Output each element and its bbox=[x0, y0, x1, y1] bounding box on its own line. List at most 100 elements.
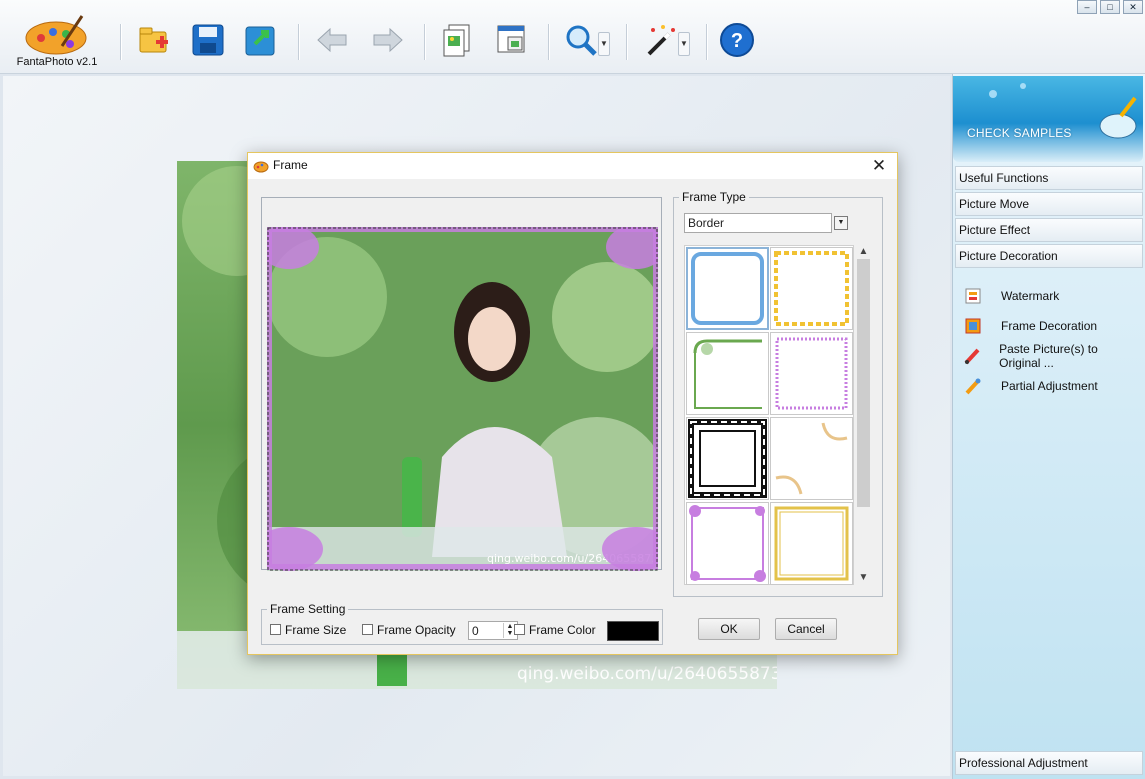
deco-paste-label: Paste Picture(s) to Original ... bbox=[999, 342, 1098, 370]
window-button[interactable] bbox=[492, 20, 532, 60]
scroll-up-arrow[interactable]: ▲ bbox=[855, 245, 872, 259]
export-button[interactable] bbox=[241, 20, 281, 60]
ok-button[interactable]: OK bbox=[698, 618, 760, 640]
thumbnail-scrollbar[interactable]: ▲ ▼ bbox=[855, 245, 872, 585]
deco-paste-pictures[interactable]: Paste Picture(s) to Original ... bbox=[963, 342, 1141, 370]
batch-copy-icon bbox=[443, 24, 470, 57]
undo-arrow-icon bbox=[317, 27, 347, 53]
deco-partial-adjustment[interactable]: Partial Adjustment bbox=[963, 375, 1141, 397]
frame-size-checkbox[interactable] bbox=[270, 624, 281, 635]
app-logo: FantaPhoto v2.1 bbox=[16, 10, 98, 70]
frame-preview: qing.weibo.com/u/2640655873 bbox=[261, 197, 662, 571]
zoom-button[interactable] bbox=[561, 20, 601, 60]
save-button[interactable] bbox=[188, 20, 228, 60]
frame-color-checkbox[interactable] bbox=[514, 624, 525, 635]
frame-type-value: Border bbox=[688, 216, 725, 230]
zoom-dropdown[interactable]: ▼ bbox=[598, 32, 610, 56]
category-picture-effect[interactable]: Picture Effect bbox=[955, 218, 1143, 242]
photo-watermark: qing.weibo.com/u/2640655873 bbox=[517, 664, 777, 684]
frame-opacity-value: 0 bbox=[472, 624, 479, 638]
frame-opacity-label: Frame Opacity bbox=[377, 623, 456, 637]
redo-arrow-icon bbox=[373, 27, 403, 53]
undo-button[interactable] bbox=[312, 20, 352, 60]
frame-type-select[interactable]: Border bbox=[684, 213, 832, 233]
magnifier-icon bbox=[566, 25, 597, 56]
deco-watermark[interactable]: Watermark bbox=[963, 285, 1141, 307]
watermark-icon bbox=[963, 286, 983, 306]
help-button[interactable]: ? bbox=[717, 20, 757, 60]
toolbar-separator bbox=[626, 24, 627, 60]
redo-button[interactable] bbox=[368, 20, 408, 60]
frame-opacity-checkbox[interactable] bbox=[362, 624, 373, 635]
check-samples-label: CHECK SAMPLES bbox=[967, 126, 1072, 140]
open-folder-icon bbox=[139, 27, 168, 53]
magic-button[interactable] bbox=[641, 20, 681, 60]
frame-thumb[interactable] bbox=[686, 502, 769, 585]
scroll-down-arrow[interactable]: ▼ bbox=[855, 571, 872, 585]
save-icon bbox=[192, 24, 224, 56]
scroll-thumb[interactable] bbox=[857, 259, 870, 507]
frame-thumb[interactable] bbox=[770, 247, 853, 330]
window-icon bbox=[497, 25, 525, 53]
frame-setting-label: Frame Setting bbox=[267, 602, 349, 616]
toolbar-separator bbox=[706, 24, 707, 60]
professional-adjustment[interactable]: Professional Adjustment bbox=[955, 751, 1143, 775]
help-icon: ? bbox=[720, 23, 754, 57]
frame-opacity-option[interactable]: Frame Opacity bbox=[362, 623, 456, 637]
export-icon bbox=[245, 26, 275, 56]
paste-brush-icon bbox=[963, 346, 981, 366]
category-picture-move[interactable]: Picture Move bbox=[955, 192, 1143, 216]
toolbar-separator bbox=[424, 24, 425, 60]
frame-thumb[interactable] bbox=[686, 417, 769, 500]
app-name: FantaPhoto v2.1 bbox=[16, 56, 98, 68]
deco-watermark-label: Watermark bbox=[1001, 289, 1060, 303]
frame-type-group: Frame Type Border ▼ ▲ ▼ bbox=[673, 190, 883, 597]
magic-wand-icon bbox=[647, 25, 675, 56]
frame-type-dropdown-arrow[interactable]: ▼ bbox=[834, 216, 848, 230]
open-button[interactable] bbox=[134, 20, 174, 60]
frame-thumbnail-list bbox=[684, 245, 854, 585]
deco-frame-decoration[interactable]: Frame Decoration bbox=[963, 315, 1141, 337]
minimize-button[interactable]: – bbox=[1077, 0, 1097, 14]
frame-size-label: Frame Size bbox=[285, 623, 347, 637]
frame-type-label: Frame Type bbox=[679, 190, 749, 204]
dialog-titlebar: Frame ✕ bbox=[248, 153, 897, 179]
right-panel: CHECK SAMPLES Useful Functions Picture M… bbox=[952, 74, 1145, 779]
dialog-palette-icon bbox=[253, 161, 269, 173]
close-button[interactable]: ✕ bbox=[1123, 0, 1143, 14]
category-picture-decoration[interactable]: Picture Decoration bbox=[955, 244, 1143, 268]
category-useful-functions[interactable]: Useful Functions bbox=[955, 166, 1143, 190]
check-samples-banner[interactable]: CHECK SAMPLES bbox=[953, 76, 1143, 162]
frame-dialog: Frame ✕ qing.weibo.com/u/2640655873 Fram… bbox=[247, 152, 898, 655]
cancel-button[interactable]: Cancel bbox=[775, 618, 837, 640]
frame-opacity-spinner[interactable]: 0 ▲ ▼ bbox=[468, 621, 518, 640]
dialog-close-button[interactable]: ✕ bbox=[869, 156, 889, 176]
toolbar-separator bbox=[120, 24, 121, 60]
palette-icon bbox=[25, 15, 87, 55]
frame-thumb[interactable] bbox=[770, 417, 853, 500]
maximize-button[interactable]: □ bbox=[1100, 0, 1120, 14]
batch-button[interactable] bbox=[437, 20, 477, 60]
toolbar: FantaPhoto v2.1 ▼ ▼ ? – □ ✕ bbox=[0, 0, 1145, 74]
frame-setting-group: Frame Setting Frame Size Frame Opacity 0… bbox=[261, 602, 663, 645]
preview-image: qing.weibo.com/u/2640655873 bbox=[267, 227, 658, 571]
toolbar-separator bbox=[548, 24, 549, 60]
window-controls: – □ ✕ bbox=[1077, 0, 1143, 14]
magic-dropdown[interactable]: ▼ bbox=[678, 32, 690, 56]
deco-frame-label: Frame Decoration bbox=[1001, 319, 1098, 333]
frame-thumb[interactable] bbox=[686, 332, 769, 415]
adjust-brush-icon bbox=[963, 376, 983, 396]
frame-icon bbox=[963, 316, 983, 336]
deco-partial-label: Partial Adjustment bbox=[1001, 379, 1098, 393]
frame-color-swatch[interactable] bbox=[607, 621, 659, 641]
frame-thumb[interactable] bbox=[770, 502, 853, 585]
dialog-title: Frame bbox=[273, 158, 308, 172]
frame-color-option[interactable]: Frame Color bbox=[514, 623, 596, 637]
samples-decoration-icon bbox=[989, 83, 1137, 139]
frame-thumb[interactable] bbox=[686, 247, 769, 330]
frame-size-option[interactable]: Frame Size bbox=[270, 623, 346, 637]
frame-thumb[interactable] bbox=[770, 332, 853, 415]
toolbar-separator bbox=[298, 24, 299, 60]
svg-text:?: ? bbox=[731, 30, 743, 52]
frame-color-label: Frame Color bbox=[529, 623, 596, 637]
